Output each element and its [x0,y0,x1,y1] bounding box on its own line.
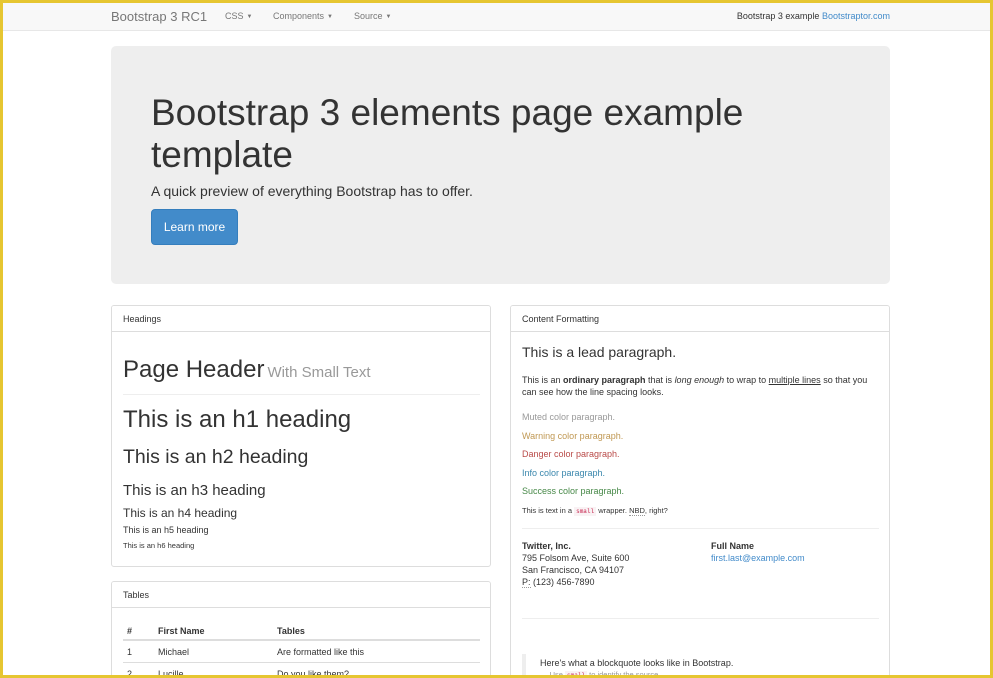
content-formatting-panel: Content Formatting This is a lead paragr… [510,305,890,678]
jumbotron: Bootstrap 3 elements page example templa… [111,46,890,284]
column-header: # [127,626,133,636]
address-company: Twitter, Inc. 795 Folsom Ave, Suite 600 … [522,540,629,588]
success-paragraph: Success color paragraph. [522,486,625,496]
blockquote-text: Here's what a blockquote looks like in B… [540,658,734,668]
jumbotron-title: Bootstrap 3 elements page example templa… [151,92,744,175]
navbar-right-label: Bootstrap 3 example [736,11,820,21]
table-cell: 2 [127,669,133,678]
phone-abbreviation[interactable]: P: [522,577,531,588]
page-header: Page Header With Small Text [123,356,371,384]
underlined-text: multiple lines [768,375,821,385]
phone-number: (123) 456-7890 [530,577,595,587]
learn-more-button[interactable]: Learn more [151,209,238,245]
table-cell: Are formatted like this [277,647,365,657]
panel-title: Tables [112,582,490,608]
page-header-text: Page Header [123,356,265,383]
h5-heading: This is an h5 heading [123,525,209,535]
panel-title: Headings [112,306,490,332]
text-run: wrapper. [596,506,630,515]
text-run: to wrap to [724,375,769,385]
inline-code: small [565,671,588,678]
bootstraptor-link[interactable]: Bootstraptor.com [822,11,890,21]
panel-title: Content Formatting [511,306,889,332]
text-run: This is text in a [522,506,575,515]
headings-panel: Headings Page Header With Small Text This… [111,305,491,567]
table: # First Name Tables 1 Michael Are format… [123,620,480,678]
blockquote: Here's what a blockquote looks like in B… [522,654,879,678]
inline-code: small [574,507,597,516]
nav-item-source[interactable]: Source ▼ [354,11,391,21]
nav-label: Components [273,11,325,21]
table-header-row: # First Name Tables [123,620,480,641]
address-name: Twitter, Inc. [522,541,571,551]
email-link[interactable]: first.last@example.com [711,553,805,563]
text-run: — Use [540,670,566,678]
abbreviation[interactable]: NBD [629,506,645,516]
caret-down-icon: ▼ [246,14,253,20]
blockquote-footer: — Use small to identify the source. [540,670,879,678]
address-person: Full Name first.last@example.com [711,540,805,564]
lead-paragraph: This is a lead paragraph. [522,344,677,360]
navbar: Bootstrap 3 RC1 CSS ▼ Components ▼ Source ▼… [3,3,990,31]
divider [522,528,879,529]
nav-item-components[interactable]: Components ▼ [273,11,333,21]
bold-text: ordinary paragraph [563,375,646,385]
danger-paragraph: Danger color paragraph. [522,449,620,459]
address-line: 795 Folsom Ave, Suite 600 [522,553,630,563]
text-run: that is [645,375,675,385]
column-header: Tables [277,626,305,636]
column-header: First Name [158,626,205,636]
address-line: San Francisco, CA 94107 [522,565,625,575]
page-header-small: With Small Text [267,364,371,381]
table-cell: Michael [158,647,190,657]
small-paragraph: This is text in a small wrapper. NBD, ri… [522,506,668,516]
table-row: 2 Lucille Do you like them? [123,663,480,678]
h4-heading: This is an h4 heading [123,506,238,520]
warning-paragraph: Warning color paragraph. [522,431,624,441]
muted-paragraph: Muted color paragraph. [522,412,616,422]
nav-item-css[interactable]: CSS ▼ [225,11,252,21]
text-run: This is an [522,375,564,385]
italic-text: long enough [674,375,725,385]
divider [123,394,480,395]
navbar-brand[interactable]: Bootstrap 3 RC1 [111,9,207,24]
text-run: , right? [644,506,668,515]
h3-heading: This is an h3 heading [123,482,266,499]
jumbotron-lead: A quick preview of everything Bootstrap … [151,183,473,199]
divider [522,618,879,619]
caret-down-icon: ▼ [385,14,392,20]
table-cell: Lucille [158,669,184,678]
address-name: Full Name [711,541,755,551]
table-cell: Do you like them? [277,669,350,678]
nav-label: CSS [225,11,244,21]
nav-label: Source [354,11,383,21]
table-cell: 1 [127,647,133,657]
h6-heading: This is an h6 heading [123,541,195,550]
text-run: to identify the source. [587,670,661,678]
info-paragraph: Info color paragraph. [522,468,606,478]
ordinary-paragraph: This is an ordinary paragraph that is lo… [522,374,877,398]
h2-heading: This is an h2 heading [123,446,309,468]
tables-panel: Tables # First Name Tables 1 Michael Are… [111,581,491,678]
table-row: 1 Michael Are formatted like this [123,641,480,663]
caret-down-icon: ▼ [327,14,333,20]
navbar-right-text: Bootstrap 3 example Bootstraptor.com [737,11,890,21]
h1-heading: This is an h1 heading [123,406,352,433]
